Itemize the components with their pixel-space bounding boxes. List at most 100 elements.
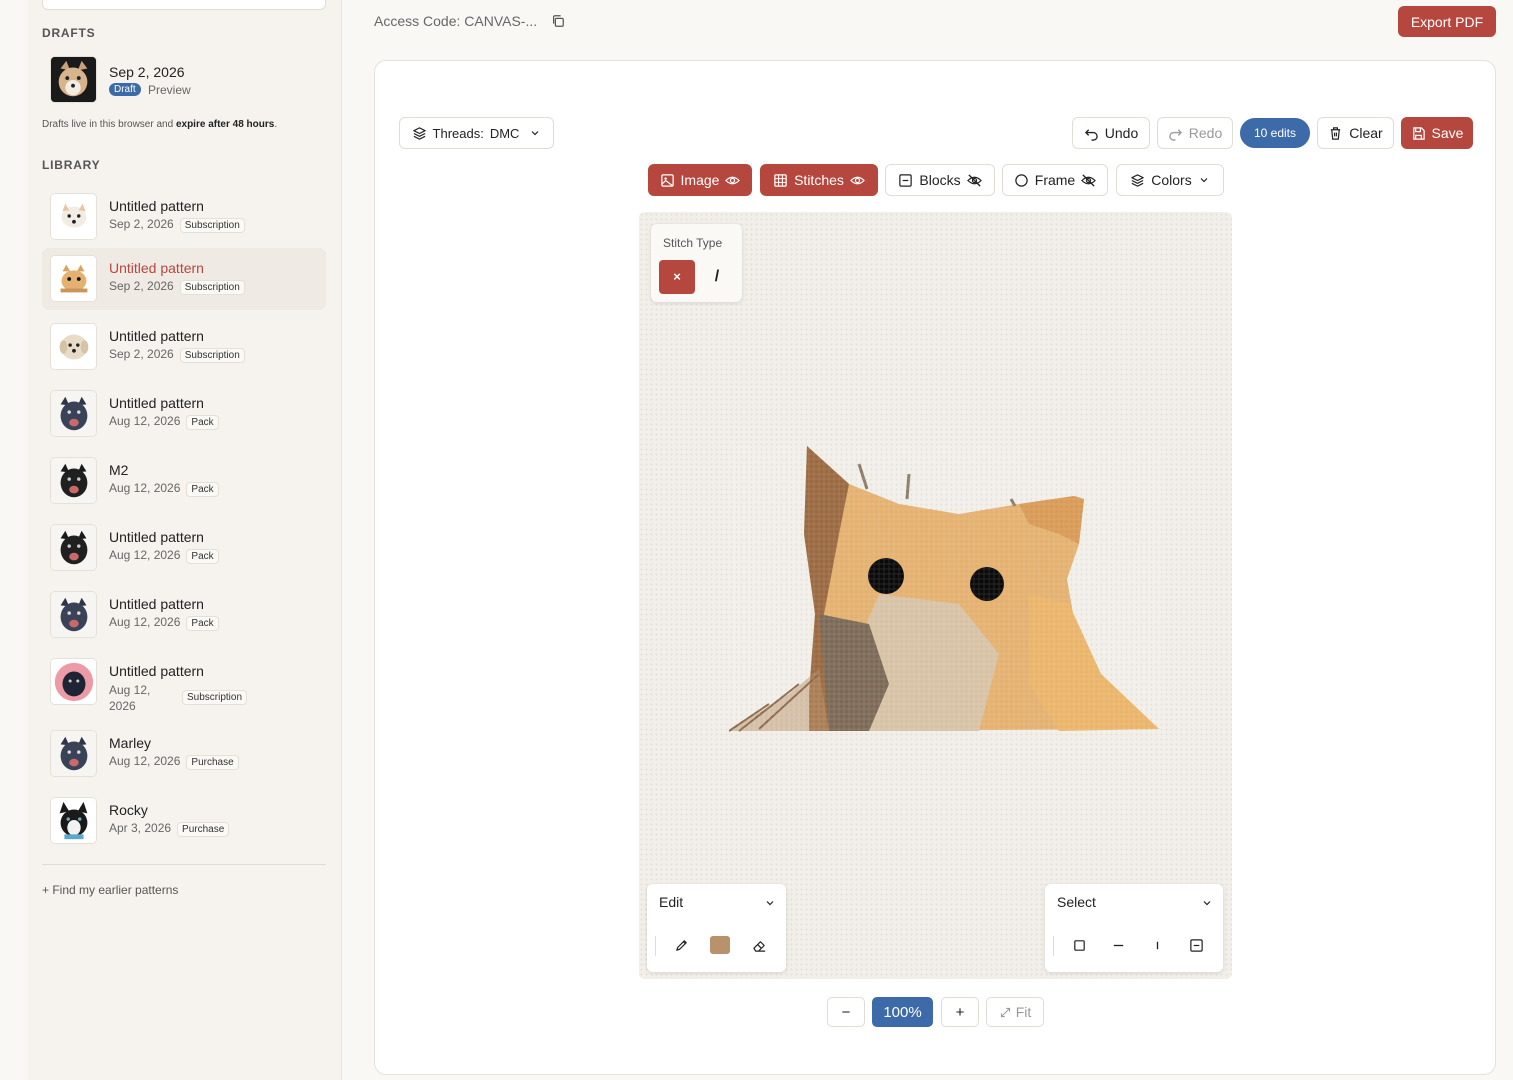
threads-label: Threads: <box>432 125 484 141</box>
edit-panel-title: Edit <box>659 894 684 910</box>
rect-select-button[interactable] <box>1061 928 1097 962</box>
library-item[interactable]: M2 Aug 12, 2026 Pack <box>42 450 326 512</box>
library-item[interactable]: Untitled pattern Sep 2, 2026 Subscription <box>42 248 326 310</box>
eraser-icon <box>752 940 765 952</box>
horizontal-line-icon <box>1113 944 1123 946</box>
expand-icon <box>1000 1007 1010 1017</box>
fit-label: Fit <box>1015 1004 1032 1020</box>
image-layer-label: Image <box>680 172 720 188</box>
pattern-thumbnail <box>50 730 97 777</box>
chevron-down-icon <box>1200 178 1208 183</box>
drafts-expiry-note: Drafts live in this browser and expire a… <box>42 119 277 130</box>
library-item[interactable]: Untitled pattern Aug 12, 2026 Pack <box>42 584 326 646</box>
export-pdf-button[interactable]: Export PDF <box>1398 6 1496 37</box>
column-select-button[interactable] <box>1139 928 1175 962</box>
pencil-tool-button[interactable] <box>663 928 699 962</box>
image-icon <box>660 173 674 187</box>
colors-dropdown[interactable]: Colors <box>1116 164 1224 196</box>
stitch-type-panel: Stitch Type × / <box>651 224 742 302</box>
redo-button[interactable]: Redo <box>1157 117 1233 149</box>
select-panel: Select <box>1045 884 1223 972</box>
library-item-date: Aug 12, 2026 <box>109 615 181 629</box>
library-item-title: Untitled pattern <box>109 663 204 679</box>
pattern-thumbnail <box>50 457 97 504</box>
library-item-title: Untitled pattern <box>109 529 204 545</box>
edit-panel: Edit <box>647 884 786 972</box>
library-item-date: Apr 3, 2026 <box>109 821 172 835</box>
library-item[interactable]: Marley Aug 12, 2026 Purchase <box>42 723 326 785</box>
library-heading: LIBRARY <box>42 158 101 172</box>
stitches-layer-label: Stitches <box>794 172 844 188</box>
square-icon <box>1073 939 1085 951</box>
color-swatch-button[interactable] <box>702 928 738 962</box>
draft-item[interactable]: Sep 2, 2026 Draft Preview <box>50 56 330 106</box>
block-select-button[interactable] <box>1178 928 1214 962</box>
select-panel-title: Select <box>1057 894 1096 910</box>
draft-preview-link[interactable]: Preview <box>148 83 191 97</box>
full-cross-stitch-button[interactable]: × <box>659 260 695 294</box>
find-earlier-patterns-link[interactable]: + Find my earlier patterns <box>42 883 178 897</box>
library-item[interactable]: Untitled pattern Aug 12, 2026 Pack <box>42 517 326 579</box>
undo-button[interactable]: Undo <box>1072 117 1150 149</box>
library-item[interactable]: Rocky Apr 3, 2026 Purchase <box>42 790 326 852</box>
fit-button[interactable]: Fit <box>986 997 1044 1027</box>
library-item-title: Untitled pattern <box>109 596 204 612</box>
frame-layer-toggle[interactable]: Frame <box>1002 164 1108 196</box>
copy-icon[interactable] <box>551 14 565 28</box>
library-item-tag: Purchase <box>186 755 239 770</box>
dark-dog-image <box>51 391 96 436</box>
pattern-thumbnail <box>50 591 97 638</box>
chevron-down-icon[interactable] <box>764 897 776 909</box>
library-item-tag: Purchase <box>177 822 230 837</box>
clear-button[interactable]: Clear <box>1317 117 1394 149</box>
clear-label: Clear <box>1349 125 1383 141</box>
stitches-layer-toggle[interactable]: Stitches <box>760 164 878 196</box>
sidebar-search-box[interactable] <box>42 0 326 10</box>
drafts-heading: DRAFTS <box>42 26 96 40</box>
library-item-date: Aug 12, 2026 <box>109 548 181 562</box>
dark-dog-image <box>51 592 96 637</box>
threads-dropdown[interactable]: Threads: DMC <box>399 117 554 149</box>
library-item-date: Aug 12, 2026 <box>109 414 181 428</box>
pattern-canvas[interactable]: Stitch Type × / Edit Select <box>639 212 1232 979</box>
cream-dog-image <box>51 324 96 369</box>
layers-icon <box>412 126 426 140</box>
pattern-thumbnail <box>50 323 97 370</box>
zoom-in-button[interactable]: + <box>941 997 979 1027</box>
library-item-meta: Sep 2, 2026 Subscription <box>109 347 245 363</box>
note-emphasis: expire after 48 hours <box>175 119 275 130</box>
draft-date: Sep 2, 2026 <box>109 64 185 80</box>
pattern-thumbnail <box>50 797 97 844</box>
edits-count-badge[interactable]: 10 edits <box>1240 118 1310 148</box>
row-select-button[interactable] <box>1100 928 1136 962</box>
zoom-out-button[interactable]: − <box>827 997 865 1027</box>
eraser-tool-button[interactable] <box>741 928 777 962</box>
image-layer-toggle[interactable]: Image <box>648 164 752 196</box>
undo-label: Undo <box>1104 125 1139 141</box>
blocks-layer-toggle[interactable]: Blocks <box>885 164 995 196</box>
library-item[interactable]: Untitled pattern Aug 12, 2026 Pack <box>42 383 326 445</box>
undo-icon <box>1084 128 1098 141</box>
library-item[interactable]: Untitled pattern Sep 2, 2026 Subscription <box>42 186 326 248</box>
library-item-tag: Pack <box>186 616 219 631</box>
library-item-date: Aug 12, 2026 <box>109 683 151 713</box>
draft-thumbnail <box>50 56 97 103</box>
save-button[interactable]: Save <box>1401 117 1473 149</box>
library-item-date: Aug 12, 2026 <box>109 754 181 768</box>
eye-off-icon <box>1081 173 1097 187</box>
library-item-meta: Apr 3, 2026 Purchase <box>109 821 230 837</box>
library-item-title: Untitled pattern <box>109 395 204 411</box>
half-stitch-button[interactable]: / <box>700 260 734 294</box>
library-item[interactable]: Untitled pattern Sep 2, 2026 Subscription <box>42 316 326 378</box>
vertical-line-icon <box>1156 941 1158 949</box>
library-item-title: Untitled pattern <box>109 328 204 344</box>
library-item-tag: Pack <box>186 549 219 564</box>
zoom-level[interactable]: 100% <box>872 997 933 1027</box>
draft-badge: Draft <box>109 83 141 96</box>
library-item-title: M2 <box>109 462 129 478</box>
chevron-down-icon[interactable] <box>1201 897 1213 909</box>
library-item[interactable]: Untitled pattern Subscription Aug 12, 2026 <box>42 651 326 713</box>
black-dog-image <box>51 525 96 570</box>
note-period: . <box>274 119 278 130</box>
library-item-date: Sep 2, 2026 <box>109 347 174 361</box>
